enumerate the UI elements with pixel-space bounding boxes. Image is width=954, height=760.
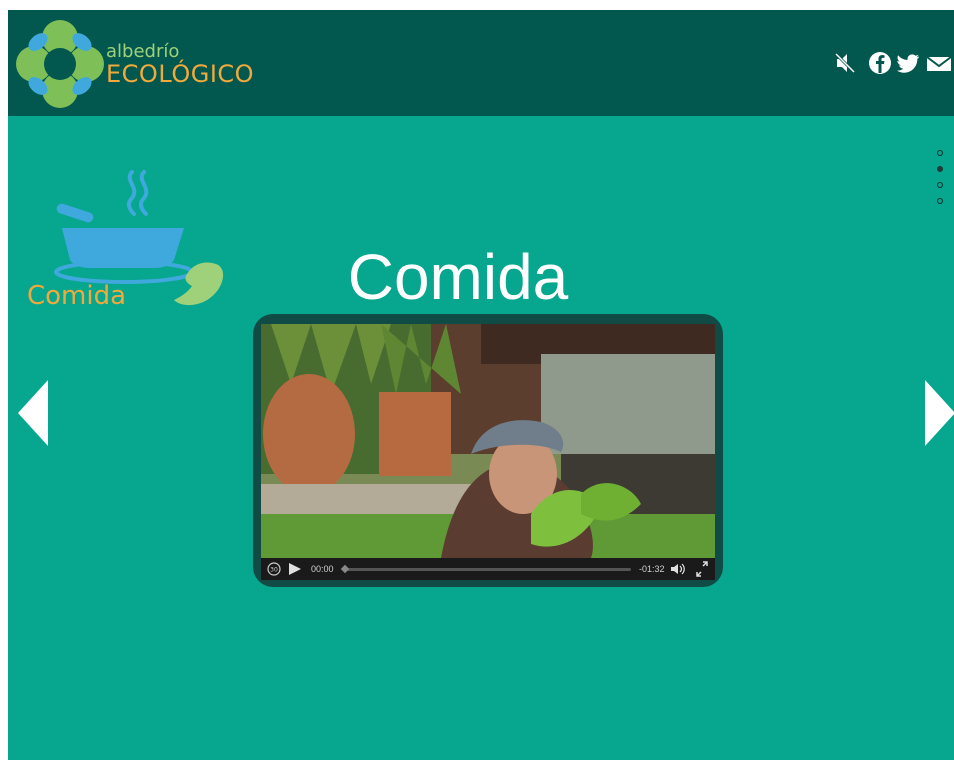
logo-icon[interactable] xyxy=(14,18,106,110)
remaining-time: -01:32 xyxy=(639,564,665,574)
page-frame: albedrío ECOLÓGICO Comida Comida 30 00:0… xyxy=(8,10,954,760)
brand-line1: albedrío xyxy=(106,41,180,62)
video-player: 30 00:00 -01:32 xyxy=(253,314,723,587)
replay-30-icon[interactable]: 30 xyxy=(265,558,283,580)
play-icon[interactable] xyxy=(287,558,303,580)
seek-bar[interactable] xyxy=(340,564,631,574)
category-label: Comida xyxy=(27,281,127,311)
header: albedrío ECOLÓGICO xyxy=(8,10,954,116)
twitter-icon[interactable] xyxy=(895,50,921,76)
video-controls: 30 00:00 -01:32 xyxy=(261,558,715,580)
prev-arrow-icon[interactable] xyxy=(18,380,48,446)
current-time: 00:00 xyxy=(311,564,334,574)
next-arrow-icon[interactable] xyxy=(925,380,954,446)
section-dot[interactable] xyxy=(937,150,943,156)
section-dot[interactable] xyxy=(937,198,943,204)
section-dot[interactable] xyxy=(937,182,943,188)
svg-text:30: 30 xyxy=(270,567,278,574)
seek-handle[interactable] xyxy=(340,564,350,574)
mail-icon[interactable] xyxy=(926,50,952,76)
volume-icon[interactable] xyxy=(669,558,687,580)
brand-line2: ECOLÓGICO xyxy=(106,60,255,88)
page-title: Comida xyxy=(347,241,569,313)
fullscreen-icon[interactable] xyxy=(693,558,711,580)
section-dot-active[interactable] xyxy=(937,166,943,172)
video-frame[interactable] xyxy=(261,324,715,558)
facebook-icon[interactable] xyxy=(868,50,892,76)
section-dots xyxy=(937,150,947,214)
video-still xyxy=(261,324,715,558)
mute-icon[interactable] xyxy=(834,50,856,76)
header-icons xyxy=(834,50,954,76)
